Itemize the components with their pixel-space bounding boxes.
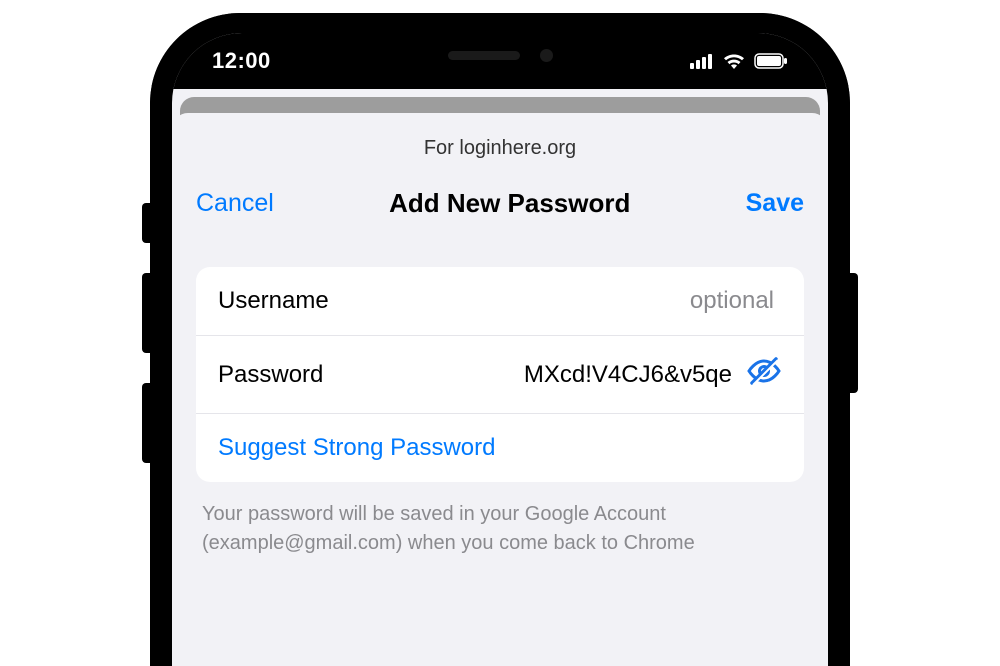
password-label: Password xyxy=(218,361,323,389)
side-buttons-left xyxy=(142,203,150,493)
status-time: 12:00 xyxy=(212,48,271,74)
eye-off-icon xyxy=(746,356,782,393)
side-buttons-right xyxy=(850,273,858,393)
footer-text: Your password will be saved in your Goog… xyxy=(196,482,804,558)
password-input[interactable] xyxy=(323,361,740,389)
phone-frame: 12:00 xyxy=(150,13,850,666)
save-button[interactable]: Save xyxy=(746,189,804,218)
cancel-button[interactable]: Cancel xyxy=(196,189,274,218)
username-label: Username xyxy=(218,287,329,315)
sheet-header: Cancel Add New Password Save xyxy=(196,188,804,219)
speaker xyxy=(448,51,520,60)
wifi-icon xyxy=(722,52,746,70)
form-card: Username Password xyxy=(196,267,804,482)
battery-icon xyxy=(754,53,788,69)
password-row: Password xyxy=(196,336,804,414)
cellular-icon xyxy=(690,53,714,69)
suggest-password-label: Suggest Strong Password xyxy=(218,434,496,462)
toggle-visibility-button[interactable] xyxy=(746,356,782,393)
notch xyxy=(375,33,625,77)
suggest-password-button[interactable]: Suggest Strong Password xyxy=(196,414,804,482)
username-row: Username xyxy=(196,267,804,336)
sheet-title: Add New Password xyxy=(389,188,630,219)
sheet-subtitle: For loginhere.org xyxy=(196,137,804,160)
modal-sheet: For loginhere.org Cancel Add New Passwor… xyxy=(172,113,828,558)
front-camera xyxy=(540,49,553,62)
status-indicators xyxy=(690,52,788,70)
username-input[interactable] xyxy=(329,287,782,315)
phone-screen: 12:00 xyxy=(172,33,828,666)
